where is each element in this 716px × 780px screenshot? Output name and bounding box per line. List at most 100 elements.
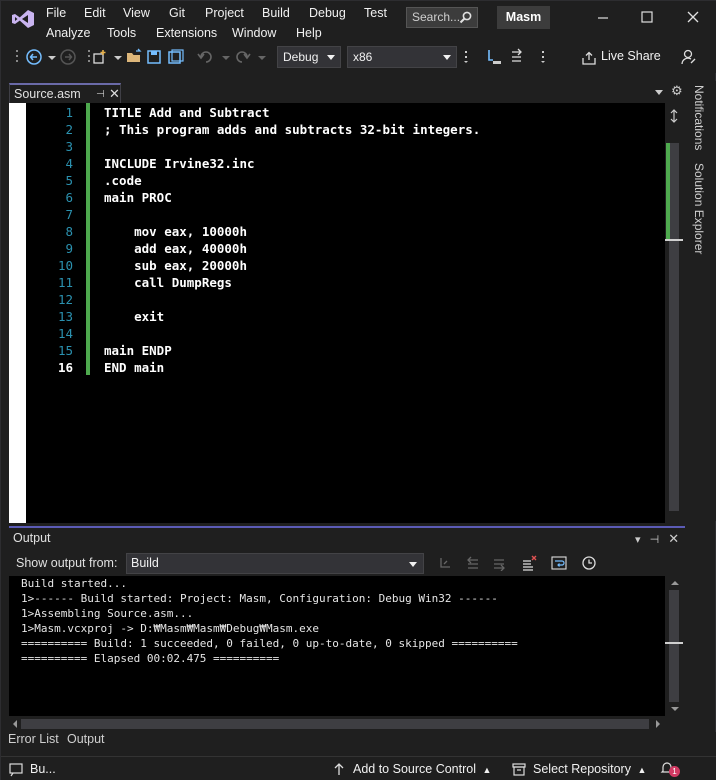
tab-list-dropdown-icon[interactable]	[655, 90, 663, 95]
pin-icon[interactable]: ⊣	[96, 89, 105, 100]
menu-window[interactable]: Window	[232, 26, 276, 40]
gear-icon[interactable]: ⚙	[671, 83, 683, 99]
tool-window-tabs: Error List Output	[1, 732, 716, 756]
find-message-icon[interactable]	[437, 555, 453, 571]
step-over-icon[interactable]	[509, 48, 527, 66]
dropdown-arrow-icon[interactable]	[253, 48, 271, 66]
code-line[interactable]: END main	[104, 359, 164, 376]
search-box[interactable]: Search...	[406, 7, 478, 28]
select-repository-button[interactable]: Select Repository ▲	[533, 762, 646, 776]
output-horizontal-scrollbar[interactable]	[9, 716, 665, 732]
tab-output[interactable]: Output	[67, 732, 105, 746]
menu-analyze[interactable]: Analyze	[46, 26, 90, 40]
split-window-icon[interactable]	[667, 109, 681, 123]
caret-up-icon: ▲	[637, 765, 647, 775]
maximize-icon[interactable]	[639, 9, 655, 25]
scroll-right-icon[interactable]	[653, 717, 663, 731]
panel-dropdown-icon[interactable]: ▾	[635, 534, 641, 546]
code-line[interactable]: .code	[104, 172, 142, 189]
line-number: 4	[65, 156, 73, 171]
code-line[interactable]: TITLE Add and Subtract	[104, 104, 270, 121]
open-folder-icon[interactable]	[125, 48, 143, 66]
clear-all-icon[interactable]	[521, 555, 537, 571]
close-icon[interactable]: ✕	[668, 531, 679, 546]
code-line[interactable]: add eax, 40000h	[104, 240, 247, 257]
save-all-icon[interactable]	[167, 48, 185, 66]
save-icon[interactable]	[145, 48, 163, 66]
output-vertical-scrollbar[interactable]	[665, 576, 685, 716]
menu-git[interactable]: Git	[169, 6, 185, 20]
menu-edit[interactable]: Edit	[84, 6, 106, 20]
menu-view[interactable]: View	[123, 6, 150, 20]
add-to-source-control-label: Add to Source Control	[353, 762, 476, 776]
solution-explorer-side-tab[interactable]: Solution Explorer	[692, 163, 706, 254]
new-project-icon[interactable]	[91, 48, 109, 66]
visual-studio-logo-icon	[12, 10, 34, 28]
toolbar-grip-icon[interactable]	[461, 48, 479, 66]
toolbar-grip-icon[interactable]	[535, 48, 553, 66]
code-line[interactable]: mov eax, 10000h	[104, 223, 247, 240]
navigate-back-icon[interactable]	[25, 48, 43, 66]
feedback-person-icon[interactable]	[679, 48, 697, 66]
output-source-value: Build	[131, 556, 159, 570]
clock-icon[interactable]	[581, 555, 597, 571]
live-share-button[interactable]: Live Share	[581, 49, 661, 65]
code-editor[interactable]: 1 TITLE Add and Subtract 2 ; This program a…	[9, 103, 685, 523]
minimize-icon[interactable]	[595, 9, 611, 25]
menu-build[interactable]: Build	[262, 6, 290, 20]
code-line[interactable]: ; This program adds and subtracts 32-bit…	[104, 121, 480, 138]
code-line[interactable]: exit	[104, 308, 164, 325]
live-share-label: Live Share	[601, 49, 661, 63]
scrollbar-thumb[interactable]	[669, 590, 679, 702]
code-line[interactable]: main ENDP	[104, 342, 172, 359]
scroll-down-icon[interactable]	[668, 704, 682, 714]
add-to-source-control-button[interactable]: Add to Source Control ▲	[353, 762, 491, 776]
line-number: 5	[65, 173, 73, 188]
menu-help[interactable]: Help	[296, 26, 322, 40]
line-number: 3	[65, 139, 73, 154]
code-line[interactable]: main PROC	[104, 189, 172, 206]
line-number: 6	[65, 190, 73, 205]
share-icon	[582, 51, 596, 65]
redo-icon[interactable]	[233, 48, 251, 66]
line-number: 11	[57, 275, 73, 290]
scroll-left-icon[interactable]	[10, 717, 20, 731]
caret-position-marker	[665, 239, 683, 241]
next-message-icon[interactable]	[491, 555, 507, 571]
arrow-up-icon	[334, 763, 344, 775]
close-icon[interactable]	[685, 9, 701, 25]
tab-source-asm[interactable]: Source.asm ⊣ ✕	[9, 83, 121, 103]
configuration-dropdown[interactable]: Debug	[277, 46, 341, 68]
notifications-side-tab[interactable]: Notifications	[692, 85, 706, 150]
line-number: 12	[57, 292, 73, 307]
menu-project[interactable]: Project	[205, 6, 244, 20]
undo-icon[interactable]	[197, 48, 215, 66]
editor-vertical-scrollbar[interactable]	[665, 103, 685, 523]
menu-extensions[interactable]: Extensions	[156, 26, 217, 40]
navigate-forward-icon[interactable]	[59, 48, 77, 66]
pin-icon[interactable]: ⊣	[650, 534, 660, 546]
scrollbar-thumb[interactable]	[21, 719, 649, 729]
menu-debug[interactable]: Debug	[309, 6, 346, 20]
scrollbar-thumb[interactable]	[669, 143, 679, 511]
code-line[interactable]: call DumpRegs	[104, 274, 232, 291]
menu-test[interactable]: Test	[364, 6, 387, 20]
scroll-up-icon[interactable]	[668, 578, 682, 588]
toggle-word-wrap-icon[interactable]	[551, 555, 567, 571]
menu-tools[interactable]: Tools	[107, 26, 136, 40]
code-line[interactable]: INCLUDE Irvine32.inc	[104, 155, 255, 172]
tab-error-list[interactable]: Error List	[8, 732, 59, 746]
indicator-margin[interactable]	[9, 103, 26, 523]
output-source-dropdown[interactable]: Build	[126, 553, 424, 574]
code-line[interactable]: sub eax, 20000h	[104, 257, 247, 274]
close-tab-icon[interactable]: ✕	[109, 86, 120, 102]
line-number: 16	[57, 360, 73, 375]
output-text-area[interactable]: Build started... 1>------ Build started: …	[9, 576, 665, 716]
previous-message-icon[interactable]	[465, 555, 481, 571]
menu-file[interactable]: File	[46, 6, 66, 20]
build-status-text[interactable]: Bu...	[30, 762, 56, 776]
step-into-icon[interactable]	[485, 48, 503, 66]
platform-dropdown[interactable]: x86	[347, 46, 457, 68]
line-number: 10	[57, 258, 73, 273]
configuration-value: Debug	[283, 50, 319, 64]
